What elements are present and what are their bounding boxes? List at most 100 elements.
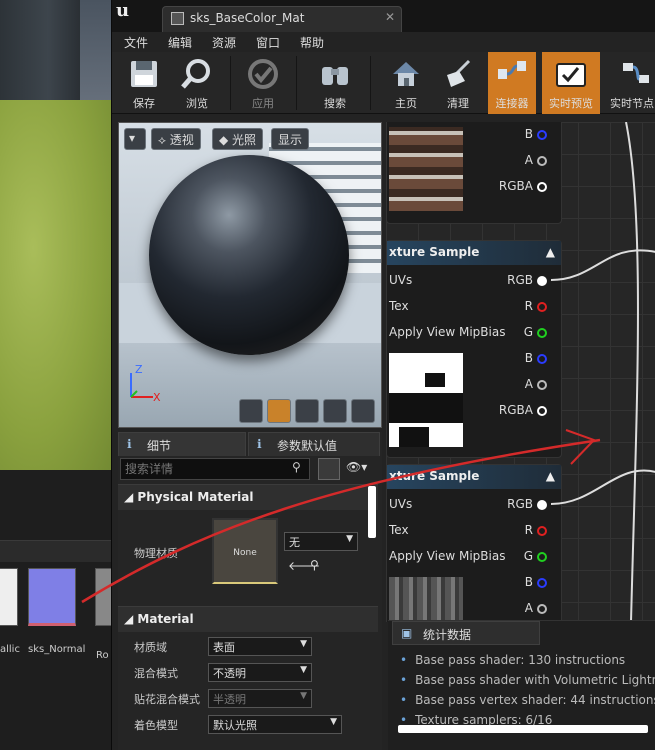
chevron-down-icon: ▼ [300, 665, 307, 675]
search-icon [322, 67, 348, 85]
perspective-button[interactable]: ⟡ 透视 [151, 128, 201, 150]
document-tab[interactable]: sks_BaseColor_Mat ✕ [162, 6, 402, 32]
preview-sphere-button[interactable] [267, 399, 291, 423]
browse-button[interactable]: 浏览 [172, 52, 222, 114]
physical-material-thumbnail[interactable]: None [212, 518, 278, 584]
details-panel: ℹ 细节 ℹ 参数默认值 ⚲ 👁▾ ◢ Physical Material 物理… [118, 432, 382, 750]
material-domain-row: 材质域 表面 ▼ [118, 634, 378, 660]
menu-edit[interactable]: 编辑 [168, 34, 192, 51]
tab-details[interactable]: ℹ 细节 [118, 432, 246, 456]
toolbar-separator [370, 56, 371, 110]
visibility-dropdown[interactable]: 👁▾ [346, 460, 378, 478]
chevron-down-icon: ▼ [346, 534, 353, 544]
live-nodes-button[interactable]: 实时节点 [606, 52, 655, 114]
axis-x-label: X [153, 391, 161, 403]
asset-thumbnail-roughness[interactable] [95, 568, 111, 626]
section-physical-material[interactable]: ◢ Physical Material [118, 484, 378, 510]
asset-thumbnail-normal[interactable] [28, 568, 76, 626]
asset-thumbnail-metallic[interactable] [0, 568, 18, 626]
menu-bar: 文件 编辑 资源 窗口 帮助 [112, 32, 655, 52]
material-domain-dropdown[interactable]: 表面 ▼ [208, 637, 312, 656]
info-icon: ℹ [127, 437, 132, 451]
apply-button[interactable]: 应用 [238, 52, 288, 114]
blend-mode-dropdown[interactable]: 不透明 ▼ [208, 663, 312, 682]
live-preview-button[interactable]: 实时预览 [542, 52, 600, 114]
blend-mode-row: 混合模式 不透明 ▼ [118, 660, 378, 686]
stat-line: Base pass shader with Volumetric Lightma… [400, 673, 655, 687]
tab-parameter-defaults[interactable]: ℹ 参数默认值 [248, 432, 380, 456]
shading-model-dropdown[interactable]: 默认光照 ▼ [208, 715, 342, 734]
tab-title: sks_BaseColor_Mat [190, 11, 305, 25]
chevron-down-icon: ▼ [300, 639, 307, 649]
material-icon [171, 12, 184, 25]
live-preview-icon [556, 63, 586, 87]
lit-button[interactable]: ◆ 光照 [212, 128, 264, 150]
close-icon[interactable]: ✕ [385, 10, 395, 24]
physical-material-picker[interactable]: 无 ▼ [284, 532, 358, 551]
perspective-icon: ⟡ [158, 133, 170, 147]
menu-asset[interactable]: 资源 [212, 34, 236, 51]
axis-z-label: Z [135, 363, 143, 376]
stat-line: Base pass shader: 130 instructions [400, 653, 625, 667]
chevron-down-icon: ▾ [129, 131, 136, 145]
section-material[interactable]: ◢ Material [118, 606, 378, 632]
preview-custom-mesh-button[interactable] [351, 399, 375, 423]
show-button[interactable]: 显示 [271, 128, 310, 150]
asset-label: sks_Normal [28, 644, 86, 655]
scrollbar-thumb[interactable] [398, 725, 648, 733]
clean-icon [447, 59, 471, 87]
home-icon [393, 62, 419, 86]
grass-terrain [0, 100, 111, 470]
tab-stats[interactable]: ▣ 统计数据 [392, 621, 540, 645]
material-editor-window: u sks_BaseColor_Mat ✕ 文件 编辑 资源 窗口 帮助 保存 … [111, 0, 655, 750]
apply-icon [248, 59, 278, 89]
search-button[interactable]: 搜索 [310, 52, 360, 114]
menu-window[interactable]: 窗口 [256, 34, 280, 51]
shading-model-row: 着色模型 默认光照 ▼ [118, 712, 378, 738]
decal-blend-mode-row: 贴花混合模式 半透明 ▼ [118, 686, 378, 712]
stats-panel: ▣ 统计数据 Base pass shader: 130 instruction… [388, 620, 655, 750]
asset-label: Ro [96, 650, 109, 661]
toolbar-separator [230, 56, 231, 110]
lit-icon: ◆ [219, 133, 233, 147]
chevron-down-icon: ▼ [330, 717, 337, 727]
level-viewport-background: allic sks_Normal Ro [0, 0, 111, 750]
chevron-down-icon: ▼ [300, 691, 307, 701]
preview-cylinder-button[interactable] [239, 399, 263, 423]
clean-button[interactable]: 清理 [434, 52, 482, 114]
live-nodes-icon [623, 63, 649, 83]
material-graph[interactable]: B A RGBA xture Sample ▲ UVs Tex Apply Vie… [386, 122, 655, 622]
menu-help[interactable]: 帮助 [300, 34, 324, 51]
asset-label: allic [0, 644, 20, 655]
eye-icon: 👁▾ [346, 460, 368, 474]
preview-sphere [149, 155, 349, 355]
search-icon: ⚲ [292, 460, 301, 474]
decal-blend-mode-dropdown: 半透明 ▼ [208, 689, 312, 708]
viewport-options-dropdown[interactable]: ▾ [124, 128, 146, 150]
axis-gizmo: Z X [130, 363, 161, 403]
menu-file[interactable]: 文件 [124, 34, 148, 51]
toolbar: 保存 浏览 应用 搜索 主页 清理 连接器 实时预览 实时节点 [112, 52, 655, 114]
stats-icon: ▣ [401, 626, 413, 640]
preview-plane-button[interactable] [295, 399, 319, 423]
details-search-input[interactable] [120, 458, 310, 480]
title-bar: u sks_BaseColor_Mat ✕ [112, 0, 655, 32]
connector-icon [498, 61, 526, 79]
save-button[interactable]: 保存 [120, 52, 168, 114]
content-browser-header [0, 540, 111, 562]
view-options-grid-button[interactable] [318, 458, 340, 480]
save-icon [131, 61, 157, 87]
physical-material-row: 物理材质 None 无 ▼ 🡐 ⚲ [118, 486, 378, 606]
browse-asset-icon[interactable]: ⚲ [310, 558, 319, 572]
info-icon: ℹ [257, 437, 262, 451]
node-wires [550, 122, 655, 622]
scrollbar-thumb[interactable] [368, 486, 376, 538]
preview-cube-button[interactable] [323, 399, 347, 423]
connector-button[interactable]: 连接器 [488, 52, 536, 114]
browse-icon [181, 59, 210, 89]
home-button[interactable]: 主页 [382, 52, 430, 114]
collapse-arrow-icon: ◢ [124, 490, 138, 504]
toolbar-separator [296, 56, 297, 110]
preview-viewport[interactable]: ▾ ⟡ 透视 ◆ 光照 显示 Z X [118, 122, 382, 428]
physical-material-label: 物理材质 [134, 547, 178, 560]
